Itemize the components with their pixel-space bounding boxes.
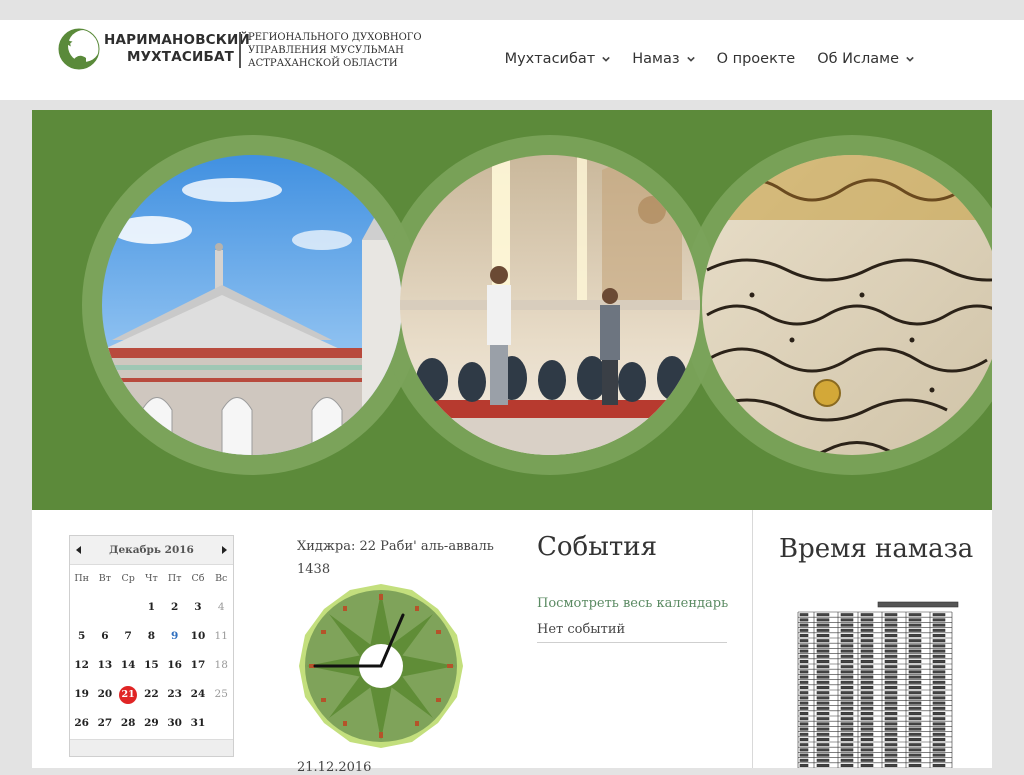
prayer-schedule-image[interactable] [794,600,964,768]
calendar-footer [70,739,233,756]
calendar-day[interactable]: 11 [210,622,233,651]
calendar-day[interactable]: 25 [210,680,233,709]
calendar-day[interactable]: 12 [70,651,93,680]
calendar-day[interactable]: 21 [117,680,140,709]
chevron-down-icon [602,56,611,62]
site-logo[interactable]: НАРИМАНОВСКИЙ МУХТАСИБАТ РЕГИОНАЛЬНОГО Д… [58,28,422,72]
crescent-mosque-icon [58,28,100,70]
panel-divider [752,510,753,768]
calendar-day[interactable]: 18 [210,651,233,680]
calendar-day[interactable]: 24 [186,680,209,709]
calendar-day [70,593,93,622]
calendar-day[interactable]: 13 [93,651,116,680]
calendar-day [117,593,140,622]
analog-clock [299,584,463,748]
calendar-day[interactable]: 20 [93,680,116,709]
chevron-down-icon [686,56,695,62]
prayer-time-heading: Время намаза [779,534,974,564]
calendar-day[interactable]: 28 [117,709,140,738]
calendar-day[interactable]: 9 [163,622,186,651]
calendar-day[interactable]: 6 [93,622,116,651]
calendar-day[interactable]: 1 [140,593,163,622]
logo-subtitle: РЕГИОНАЛЬНОГО ДУХОВНОГО УПРАВЛЕНИЯ МУСУЛ… [248,32,422,69]
no-events-text: Нет событий [537,622,727,643]
calendar-day[interactable]: 2 [163,593,186,622]
calendar-day[interactable]: 27 [93,709,116,738]
calendar-day[interactable]: 14 [117,651,140,680]
logo-title: НАРИМАНОВСКИЙ МУХТАСИБАТ [104,32,251,65]
main-nav: Мухтасибат Намаз О проекте Об Исламе [505,51,914,67]
site-header: НАРИМАНОВСКИЙ МУХТАСИБАТ РЕГИОНАЛЬНОГО Д… [0,20,1024,100]
calendar-weekday: Чт [145,573,158,584]
calendar-weekday: Пт [167,573,182,584]
calendar-header: Декабрь 2016 [70,536,233,565]
next-month-icon[interactable] [219,545,229,555]
nav-item-muhtasibat[interactable]: Мухтасибат [505,51,611,67]
logo-divider [239,32,241,68]
chevron-down-icon [906,56,914,62]
calendar-day [210,709,233,738]
calendar-day[interactable]: 15 [140,651,163,680]
calendar-day[interactable]: 5 [70,622,93,651]
calendar-today-marker[interactable]: 21 [119,686,138,704]
calendar-day[interactable]: 29 [140,709,163,738]
event-calendar: Декабрь 2016 Пн Вт Ср Чт Пт Сб Вс 1 2 3 4 5 6 7 8 9 10 11… [69,535,234,757]
view-calendar-link[interactable]: Посмотреть весь календарь [537,596,728,611]
calendar-day[interactable]: 4 [210,593,233,622]
calendar-day[interactable]: 17 [186,651,209,680]
calendar-day[interactable]: 23 [163,680,186,709]
calendar-day[interactable]: 31 [186,709,209,738]
calendar-day[interactable]: 30 [163,709,186,738]
nav-item-namaz[interactable]: Намаз [632,51,695,67]
calendar-day[interactable]: 8 [140,622,163,651]
calendar-weekday: Пн [74,573,89,584]
calendar-grid: Пн Вт Ср Чт Пт Сб Вс 1 2 3 4 5 6 7 8 9 10 11 12 13 14 15 16 17 1… [70,565,233,738]
calendar-day [93,593,116,622]
calendar-day[interactable]: 16 [163,651,186,680]
calendar-day[interactable]: 26 [70,709,93,738]
calendar-day[interactable]: 10 [186,622,209,651]
nav-item-about-project[interactable]: О проекте [717,51,796,67]
events-heading: События [537,532,658,562]
nav-item-about-islam[interactable]: Об Исламе [817,51,914,67]
calendar-weekday: Ср [121,573,135,584]
calendar-weekday: Вт [98,573,112,584]
calendar-weekday: Вс [215,573,228,584]
banner-graphic [82,135,992,475]
hijri-date: Хиджра: 22 Раби' аль-авваль 1438 [297,539,494,577]
calendar-day[interactable]: 19 [70,680,93,709]
calendar-month-title: Декабрь 2016 [109,544,194,556]
calendar-day[interactable]: 7 [117,622,140,651]
calendar-day[interactable]: 3 [186,593,209,622]
hero-banner [32,110,992,510]
prev-month-icon[interactable] [74,545,84,555]
calendar-weekday: Сб [191,573,205,584]
calendar-day[interactable]: 22 [140,680,163,709]
